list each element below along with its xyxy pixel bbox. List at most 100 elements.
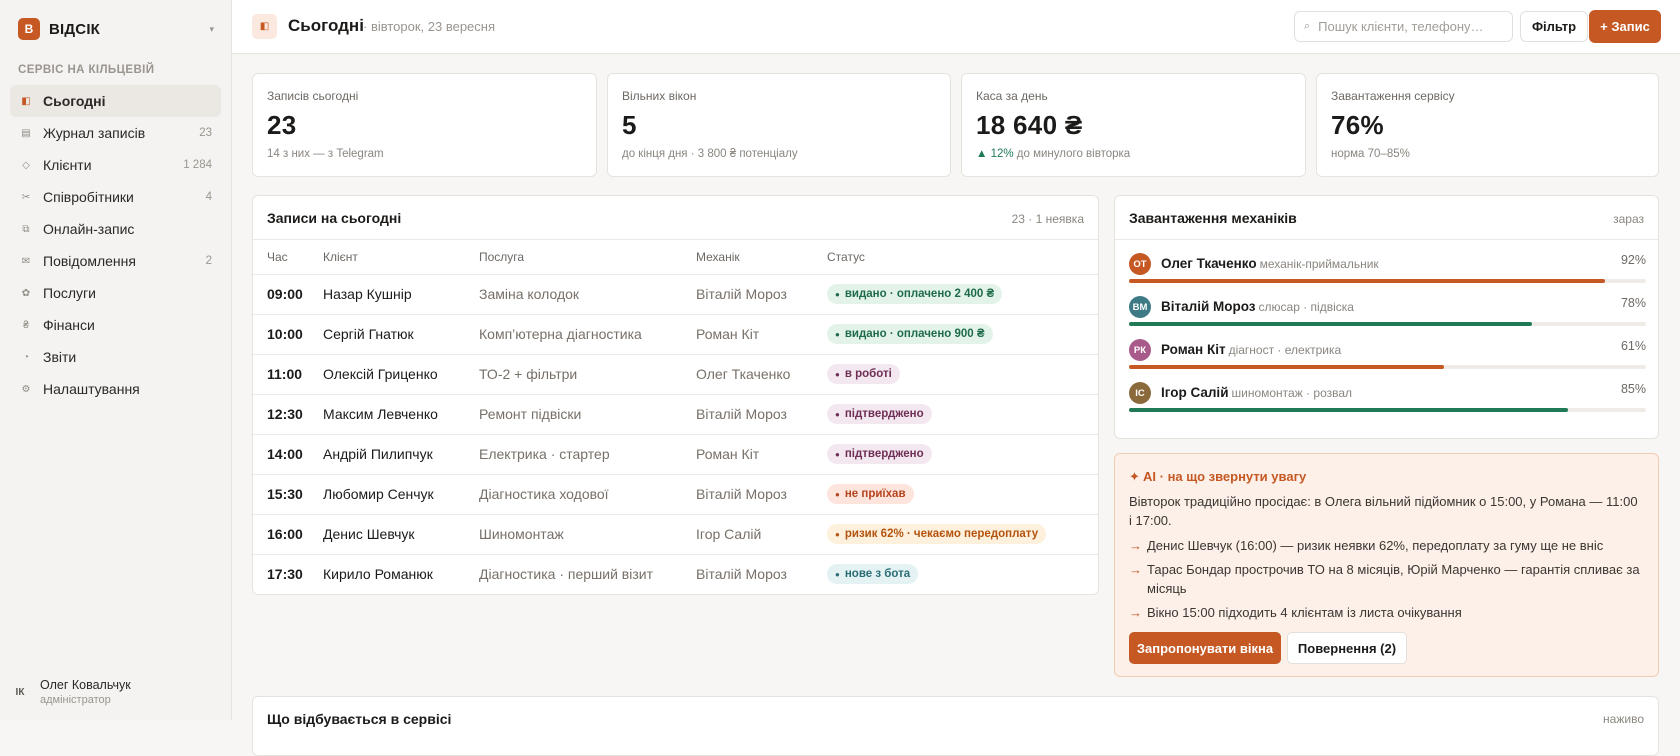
mechanic-role: шиномонтаж · розвал (1231, 386, 1353, 400)
appointment-service: Діагностика · перший візит (479, 554, 696, 594)
page-title: Сьогодні (288, 16, 364, 35)
appointment-mechanic: Віталій Мороз (696, 394, 827, 435)
load-progress-bar (1129, 365, 1646, 369)
status-text: видано · оплачено 2 400 ₴ (844, 288, 995, 301)
appointment-mechanic: Ігор Салій (696, 514, 827, 555)
status-dot-icon: ● (835, 569, 840, 579)
status-dot-icon: ● (835, 289, 840, 299)
appointment-status-cell: ● не приїхав (827, 474, 1098, 515)
appointment-status-cell: ● підтверджено (827, 394, 1098, 435)
column-header[interactable]: Час (253, 240, 323, 275)
appointment-client: Андрій Пилипчук (323, 434, 479, 475)
table-row[interactable]: 17:30 Кирило Романюк Діагностика · перший … (253, 554, 1098, 594)
sidebar-item-online-booking[interactable]: ⧉ Онлайн-запис (10, 213, 221, 245)
column-header[interactable]: Послуга (479, 240, 696, 275)
page-date: · вівторок, 23 вересня (363, 19, 496, 34)
panel-title: Записи на сьогодні (267, 210, 402, 226)
list-item[interactable]: → Денис Шевчук (16:00) — ризик неявки 62%… (1129, 536, 1641, 555)
table-row[interactable]: 12:30 Максим Левченко Ремонт підвіски Вітал… (253, 394, 1098, 435)
panel-title: Що відбувається в сервісі (267, 711, 452, 727)
status-text: видано · оплачено 900 ₴ (844, 328, 985, 341)
sidebar-item-staff[interactable]: ✂ Співробітники 4 (10, 181, 221, 213)
list-item[interactable]: → Вікно 15:00 підходить 4 клієнтам із лис… (1129, 603, 1641, 622)
load-progress-bar (1129, 279, 1646, 283)
table-row[interactable]: 09:00 Назар Кушнір Заміна колодок Віталій М… (253, 274, 1098, 315)
sidebar-item-journal[interactable]: ▤ Журнал записів 23 (10, 117, 221, 149)
ai-suggestion-text: Вікно 15:00 підходить 4 клієнтам із лист… (1147, 605, 1462, 620)
mechanic-name: Ігор Салій шиномонтаж · розвал (1161, 385, 1352, 400)
mechanic-row[interactable]: ВМ Віталій Мороз слюсар · підвіска 78% (1129, 296, 1646, 342)
sidebar-item-label: Онлайн-запис (43, 221, 135, 237)
avatar: РК (1129, 339, 1151, 361)
workspace-switcher[interactable]: В ВІДСІК ▾ (18, 18, 214, 40)
table-row[interactable]: 14:00 Андрій Пилипчук Електрика · стартер Р… (253, 434, 1098, 475)
mechanics-load-panel: Завантаження механіків зараз ОТ Олег Ткач… (1114, 195, 1659, 439)
stat-subtext: норма 70–85% (1331, 148, 1410, 160)
user-profile[interactable]: ІК Олег Ковальчук адміністратор (10, 674, 221, 710)
column-header[interactable]: Механік (696, 240, 827, 275)
sidebar-item-label: Журнал записів (43, 125, 146, 141)
mechanic-name-text: Олег Ткаченко (1161, 256, 1257, 271)
offer-slots-button[interactable]: Запропонувати вікна (1129, 632, 1281, 664)
appointment-time: 17:30 (253, 554, 323, 594)
today-icon: ◧ (252, 14, 277, 39)
status-text: підтверджено (844, 408, 924, 421)
status-badge: ● ризик 62% · чекаємо передоплату (827, 524, 1047, 545)
mechanic-row[interactable]: ОТ Олег Ткаченко механік-приймальник 92% (1129, 253, 1646, 299)
status-dot-icon: ● (835, 329, 840, 339)
sidebar-item-settings[interactable]: ⚙ Налаштування (10, 373, 221, 405)
table-row[interactable]: 10:00 Сергій Гнатюк Комп’ютерна діагностик… (253, 314, 1098, 355)
returns-button[interactable]: Повернення (2) (1287, 632, 1407, 664)
sidebar-item-label: Налаштування (43, 381, 140, 397)
table-row[interactable]: 16:00 Денис Шевчук Шиномонтаж Ігор Салій ● ри… (253, 514, 1098, 555)
search-input[interactable] (1318, 19, 1499, 34)
filter-button[interactable]: Фільтр (1520, 11, 1588, 42)
sidebar-item-reports[interactable]: ◔ Звіти (10, 341, 221, 373)
stat-subtext-rest: до минулого вівторка (1013, 148, 1131, 160)
activity-panel: Що відбувається в сервісі наживо (252, 696, 1659, 756)
table-row[interactable]: 11:00 Олексій Гриценко ТО-2 + фільтри Олег … (253, 354, 1098, 395)
new-appointment-button[interactable]: + Запис (1589, 10, 1661, 43)
list-item[interactable]: → Тарас Бондар прострочив ТО на 8 місяців… (1129, 560, 1641, 598)
table-header-row: Час Клієнт Послуга Механік Статус (253, 240, 1098, 275)
arrow-right-icon: → (1129, 562, 1142, 577)
appointment-client: Кирило Романюк (323, 554, 479, 594)
status-text: підтверджено (844, 448, 924, 461)
user-role: адміністратор (40, 694, 111, 706)
search-box[interactable]: ⌕ (1294, 11, 1513, 42)
status-dot-icon: ● (835, 369, 840, 379)
appointments-panel: Записи на сьогодні 23 · 1 неявка Час Клі… (252, 195, 1099, 595)
arrow-right-icon: → (1129, 538, 1142, 553)
stat-label: Записів сьогодні (267, 89, 359, 103)
mechanic-name-text: Ігор Салій (1161, 385, 1229, 400)
appointment-service: Шиномонтаж (479, 514, 696, 555)
avatar: ІС (1129, 382, 1151, 404)
stat-value: 76% (1331, 110, 1384, 140)
brand-name: ВІДСІК (49, 20, 101, 38)
status-text: ризик 62% · чекаємо передоплату (844, 528, 1039, 541)
services-icon: ✿ (21, 287, 31, 299)
ai-intro: Вівторок традиційно просідає: в Олега ві… (1129, 494, 1638, 528)
status-text: в роботі (844, 368, 892, 381)
sidebar-item-services[interactable]: ✿ Послуги (10, 277, 221, 309)
stat-label: Вільних вікон (622, 89, 697, 103)
appointment-mechanic: Олег Ткаченко (696, 354, 827, 395)
mechanic-row[interactable]: РК Роман Кіт діагност · електрика 61% (1129, 339, 1646, 385)
sidebar-item-today[interactable]: ◧ Сьогодні (10, 85, 221, 117)
sidebar-item-messages[interactable]: ✉ Повідомлення 2 (10, 245, 221, 277)
load-progress-fill (1129, 365, 1445, 369)
appointment-client: Олексій Гриценко (323, 354, 479, 395)
chevron-down-icon: ▾ (209, 23, 214, 34)
avatar: ВМ (1129, 296, 1151, 318)
sidebar-item-count: 4 (205, 191, 212, 203)
sidebar-item-finance[interactable]: ₴ Фінанси (10, 309, 221, 341)
column-header[interactable]: Клієнт (323, 240, 479, 275)
sidebar-item-clients[interactable]: ◇ Клієнти 1 284 (10, 149, 221, 181)
mechanic-row[interactable]: ІС Ігор Салій шиномонтаж · розвал 85% (1129, 382, 1646, 428)
table-row[interactable]: 15:30 Любомир Сенчук Діагностика ходової Ві… (253, 474, 1098, 515)
column-header[interactable]: Статус (827, 240, 1098, 275)
journal-icon: ▤ (21, 127, 31, 139)
mail-icon: ✉ (21, 255, 31, 267)
stat-value: 18 640 ₴ (976, 110, 1083, 140)
appointment-time: 15:30 (253, 474, 323, 515)
